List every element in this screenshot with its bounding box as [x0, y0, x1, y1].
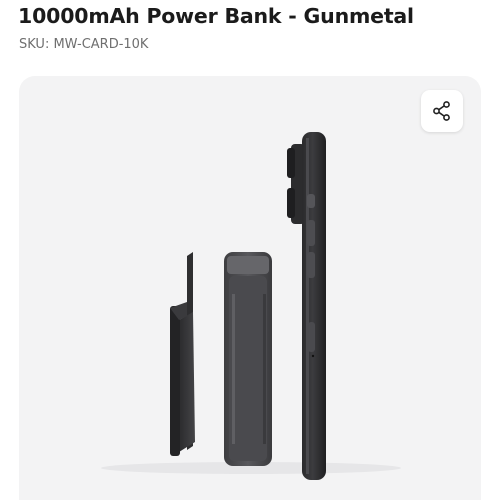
- share-button[interactable]: [421, 90, 463, 132]
- product-page: 10000mAh Power Bank - Gunmetal SKU: MW-C…: [0, 0, 500, 500]
- kickstand-card: [170, 252, 195, 456]
- product-sku: SKU: MW-CARD-10K: [19, 37, 149, 52]
- product-image: [101, 132, 401, 480]
- product-image-gallery[interactable]: [19, 76, 481, 500]
- phone-side-view: [287, 132, 326, 480]
- share-icon: [433, 101, 450, 121]
- product-title: 10000mAh Power Bank - Gunmetal: [18, 4, 414, 28]
- power-bank-side-view: [224, 252, 272, 466]
